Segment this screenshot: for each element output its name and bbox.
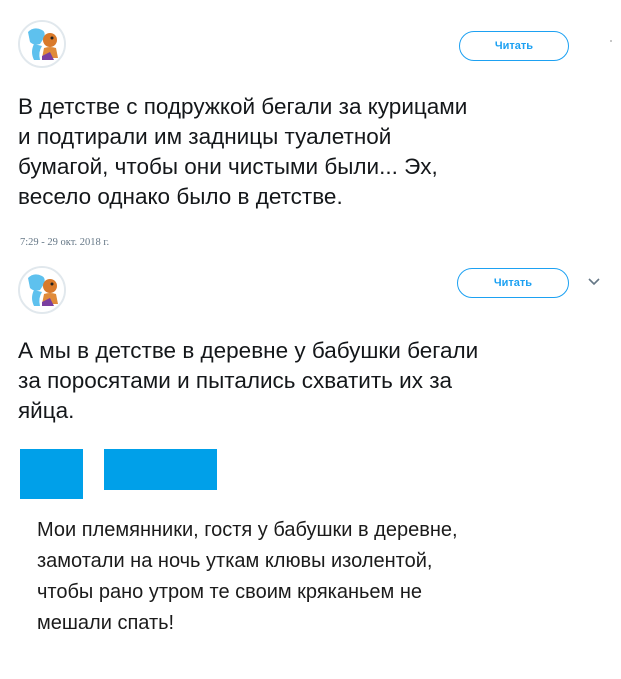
tweet-line: за поросятами и пытались схватить их за (18, 368, 453, 393)
comment-text: Мои племянники, гостя у бабушки в деревн… (37, 515, 458, 639)
avatar-cartoon-icon (20, 22, 64, 66)
tweet-line: А мы в детстве в деревне у бабушки бегал… (18, 338, 479, 363)
tweet-line: бумагой, чтобы они чистыми были... Эх, (18, 154, 438, 179)
tweet-text: А мы в детстве в деревне у бабушки бегал… (18, 336, 478, 426)
comment-line: чтобы рано утром те своим кряканьем не (37, 581, 423, 603)
avatar[interactable] (18, 20, 66, 68)
tweet-line: яйца. (18, 398, 75, 423)
redaction-block (20, 449, 83, 499)
follow-button[interactable]: Читать (457, 268, 569, 298)
tweet-line: весело однако было в детстве. (18, 184, 343, 209)
tweet-line: В детстве с подружкой бегали за курицами (18, 94, 468, 119)
comment-line: Мои племянники, гостя у бабушки в деревн… (37, 519, 458, 541)
avatar-cartoon-icon (20, 268, 64, 312)
tweet-line: и подтирали им задницы туалетной (18, 124, 392, 149)
chevron-down-icon[interactable] (588, 276, 600, 290)
timestamp[interactable]: 7:29 - 29 окт. 2018 г. (20, 237, 109, 248)
divider (610, 40, 612, 42)
follow-button[interactable]: Читать (459, 31, 569, 61)
comment-line: мешали спать! (37, 612, 175, 634)
avatar[interactable] (18, 266, 66, 314)
tweet-text: В детстве с подружкой бегали за курицами… (18, 92, 467, 212)
redaction-block (104, 449, 217, 490)
comment-line: замотали на ночь уткам клювы изолентой, (37, 550, 433, 572)
